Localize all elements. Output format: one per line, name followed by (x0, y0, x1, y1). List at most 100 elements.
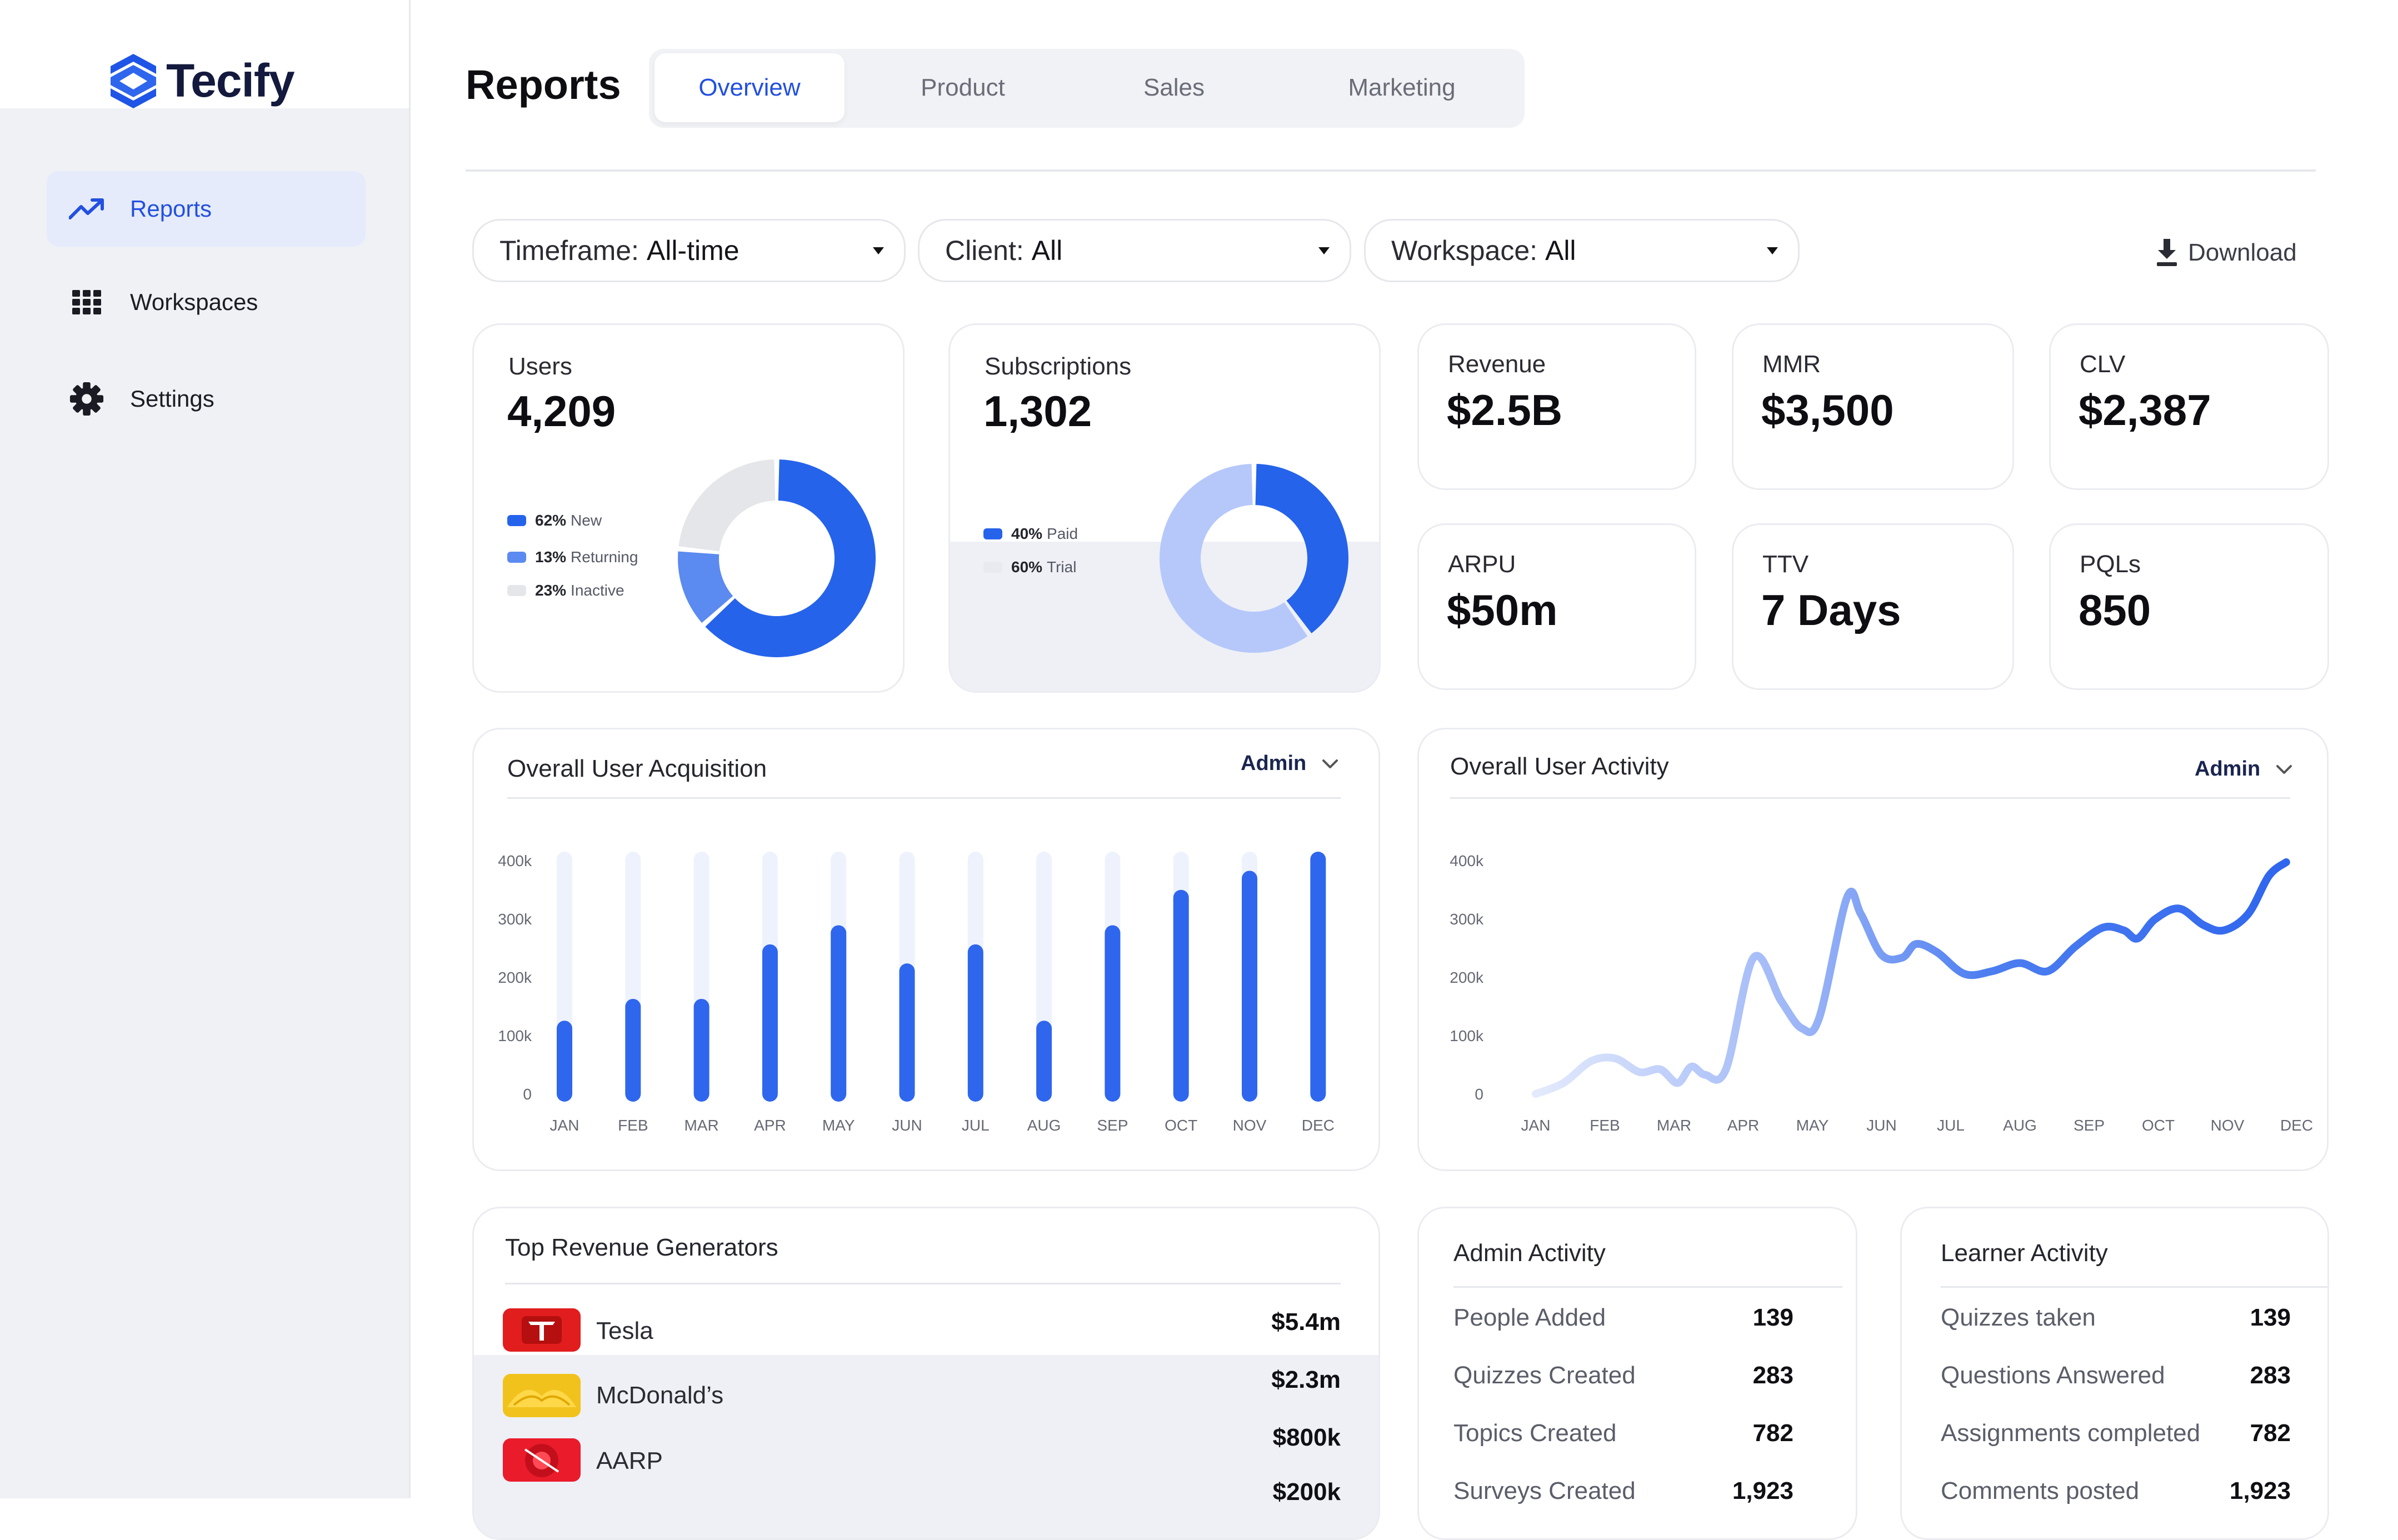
activity-label: Quizzes Created (1453, 1362, 1636, 1389)
legend-pct: 60% (1011, 558, 1043, 576)
section-title: Learner Activity (1941, 1239, 2108, 1267)
legend-item: 23% Inactive (507, 582, 625, 599)
chevron-down-icon (2276, 764, 2292, 774)
users-donut-chart (678, 459, 876, 657)
activity-value: 1,923 (2229, 1477, 2291, 1504)
legend-swatch (507, 552, 526, 563)
x-tick-label: NOV (1233, 1117, 1267, 1134)
x-tick-label: AUG (1027, 1117, 1061, 1134)
activity-line-chart: 0 100k 200k 300k 400k JAN FEB MAR APR MAY JUN JUL AU… (1450, 852, 2313, 1134)
tab-bar: Overview Product Sales Marketing (649, 49, 1525, 128)
legend-name: Paid (1047, 525, 1078, 542)
legend-item: 60% Trial (983, 558, 1076, 576)
activity-admin-dropdown[interactable]: Admin (2195, 757, 2292, 781)
admin-activity-card: Admin Activity People Added 139 Quizzes … (1417, 1207, 1857, 1540)
section-title: Overall User Activity (1450, 753, 1669, 780)
x-tick-label: SEP (2074, 1117, 2105, 1134)
legend-pct: 62% (535, 512, 567, 529)
dropdown-label: Admin (1241, 752, 1307, 775)
x-tick-label: MAR (684, 1117, 718, 1134)
card-label: MMR (1762, 351, 1821, 378)
legend-pct: 23% (535, 582, 567, 599)
tab-product[interactable]: Product (871, 53, 1055, 122)
logo-area: Tecify (0, 0, 409, 108)
card-value: 7 Days (1761, 586, 1901, 634)
activity-label: People Added (1453, 1304, 1606, 1331)
legend-pct: 40% (1011, 525, 1043, 542)
legend-name: Trial (1047, 558, 1077, 576)
card-value: 850 (2079, 586, 2151, 634)
x-tick-label: AUG (2003, 1117, 2037, 1134)
workspace-filter[interactable]: Workspace: All (1364, 219, 1800, 282)
y-tick-label: 100k (498, 1027, 532, 1044)
sidebar-item-label: Workspaces (130, 289, 258, 315)
section-divider (1941, 1286, 2327, 1288)
users-card: Users 4,209 62% New 13% Returning 23% Inact… (472, 323, 905, 693)
sidebar-item-settings[interactable]: Settings (47, 361, 366, 437)
card-value: $3,500 (1761, 386, 1894, 434)
company-name: AARP (596, 1447, 663, 1474)
download-label: Download (2188, 239, 2297, 266)
acquisition-card: Overall User Acquisition Admin 0 100k 200k… (472, 728, 1380, 1171)
activity-value: 1,923 (1732, 1477, 1793, 1504)
activity-value: 782 (1752, 1419, 1793, 1447)
activity-card: Overall User Activity Admin 0 100k 200k 300… (1417, 728, 2329, 1171)
mmr-card: MMR $3,500 (1732, 323, 2014, 490)
legend-item: 40% Paid (983, 525, 1078, 543)
y-tick-label: 0 (1475, 1086, 1483, 1103)
section-title: Admin Activity (1453, 1239, 1606, 1267)
revenue-value: $200k (1272, 1478, 1341, 1506)
company-name: Tesla (596, 1317, 653, 1344)
client-filter[interactable]: Client: All (918, 219, 1351, 282)
card-value: $50m (1447, 586, 1558, 634)
card-label: PQLs (2080, 551, 2141, 578)
sidebar-item-label: Settings (130, 386, 214, 412)
section-divider (505, 1283, 1341, 1284)
activity-label: Quizzes taken (1941, 1304, 2096, 1331)
x-tick-label: DEC (2280, 1117, 2313, 1134)
revenue-card: Revenue $2.5B (1417, 323, 1696, 490)
download-button[interactable]: Download (2156, 239, 2297, 267)
sidebar-item-workspaces[interactable]: Workspaces (47, 264, 366, 340)
filter-value: All-time (646, 235, 740, 266)
tab-overview[interactable]: Overview (655, 53, 845, 122)
card-label: Revenue (1448, 351, 1546, 378)
revenue-value: $5.4m (1271, 1308, 1341, 1336)
sidebar-item-label: Reports (130, 196, 212, 222)
brand-name: Tecify (166, 54, 295, 107)
x-tick-label: FEB (618, 1117, 648, 1134)
company-name: McDonald’s (596, 1382, 724, 1409)
card-value: 4,209 (507, 387, 616, 436)
x-tick-label: OCT (2142, 1117, 2175, 1134)
timeframe-filter[interactable]: Timeframe: All-time (472, 219, 906, 282)
acquisition-admin-dropdown[interactable]: Admin (1241, 752, 1338, 776)
download-icon (2157, 239, 2177, 266)
legend-swatch (507, 515, 526, 526)
filter-prefix: Client: (945, 235, 1024, 266)
tecify-logo-icon (111, 54, 156, 108)
sidebar-item-reports[interactable]: Reports (47, 171, 366, 247)
legend-name: Returning (571, 548, 638, 566)
arpu-card: ARPU $50m (1417, 523, 1696, 690)
donut-slice-paid (1255, 464, 1348, 633)
brand-logo[interactable]: Tecify (108, 53, 295, 108)
activity-value: 283 (2250, 1362, 2291, 1389)
card-value: $2,387 (2079, 386, 2211, 434)
caret-down-icon (873, 247, 884, 254)
sidebar: Tecify Reports Workspaces Settings (0, 0, 411, 1498)
activity-value: 139 (1752, 1304, 1793, 1331)
filter-prefix: Workspace: (1391, 235, 1538, 266)
y-tick-label: 300k (1450, 911, 1484, 928)
x-tick-label: FEB (1590, 1117, 1620, 1134)
caret-down-icon (1318, 247, 1330, 254)
revenue-value: $800k (1272, 1424, 1341, 1451)
tab-marketing[interactable]: Marketing (1293, 53, 1510, 122)
x-tick-label: JAN (1521, 1117, 1551, 1134)
legend-swatch (983, 562, 1002, 573)
legend-name: Inactive (571, 582, 625, 599)
tab-sales[interactable]: Sales (1082, 53, 1266, 122)
activity-label: Topics Created (1453, 1419, 1617, 1447)
chevron-down-icon (1322, 759, 1338, 768)
section-title: Overall User Acquisition (507, 755, 767, 782)
card-label: ARPU (1448, 551, 1516, 578)
